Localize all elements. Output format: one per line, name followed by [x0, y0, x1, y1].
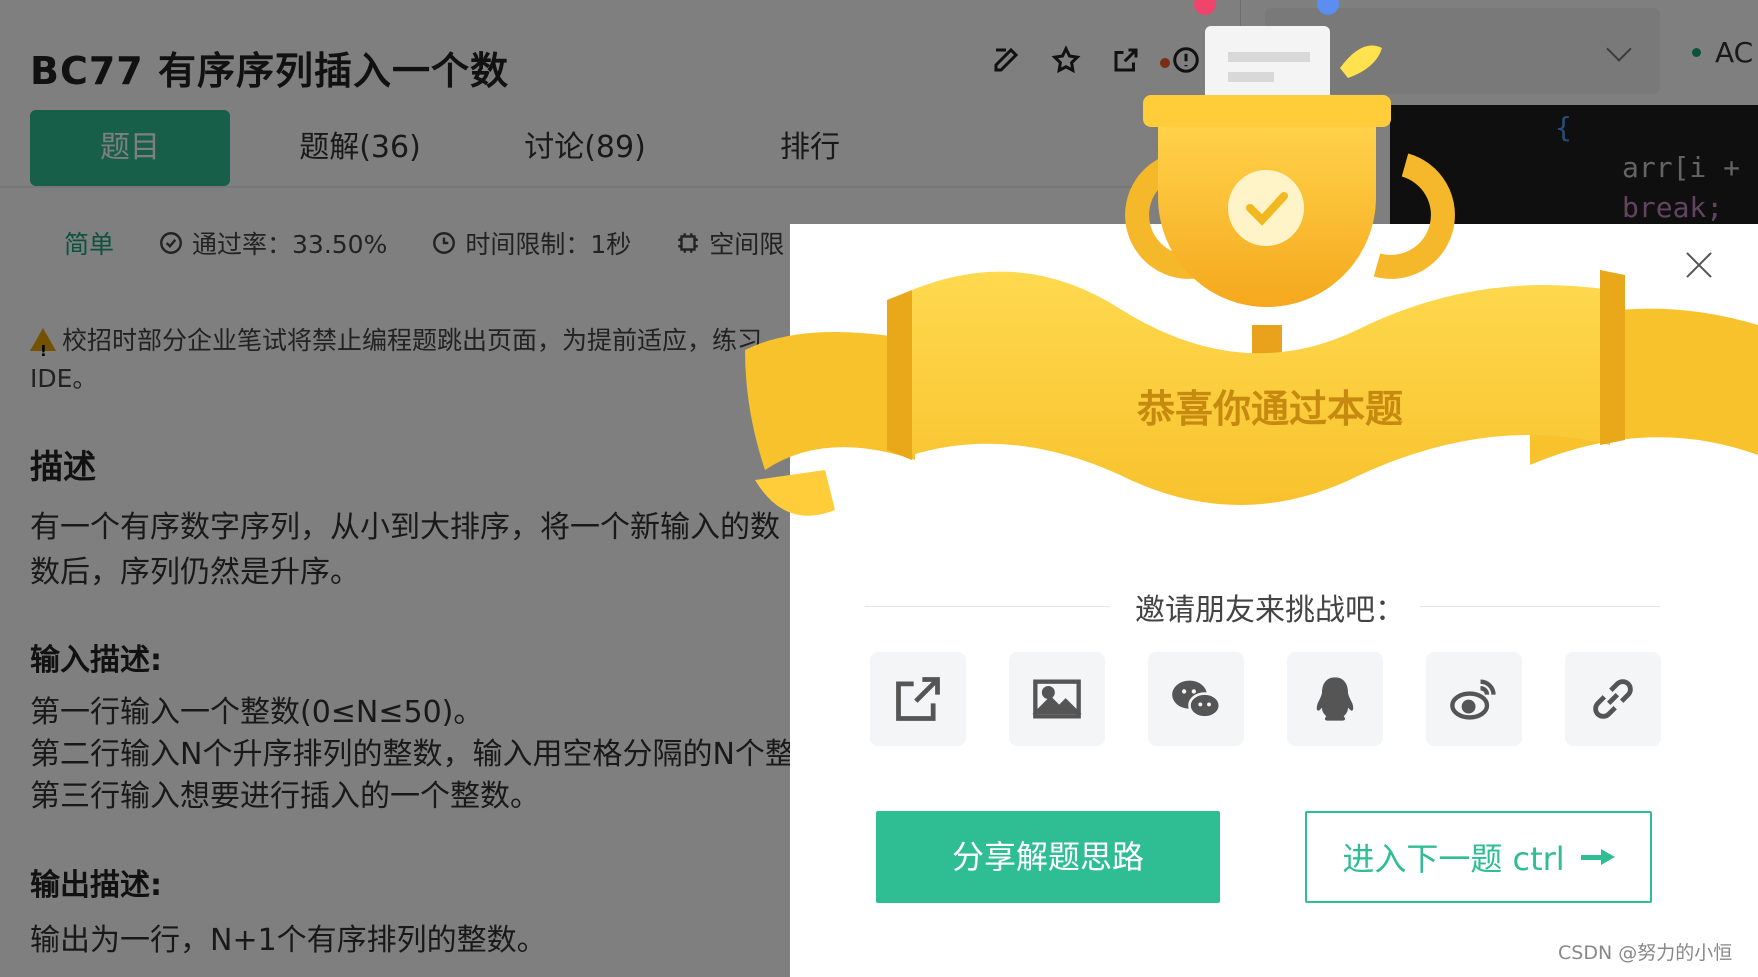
close-icon[interactable]	[1682, 248, 1716, 282]
next-problem-button[interactable]: 进入下一题 ctrl	[1305, 811, 1652, 903]
watermark: CSDN @努力的小恒	[1558, 942, 1733, 964]
share-link-button[interactable]	[1565, 652, 1661, 746]
share-solution-button[interactable]: 分享解题思路	[876, 811, 1220, 903]
share-wechat-button[interactable]	[1148, 652, 1244, 746]
share-qq-button[interactable]	[1287, 652, 1383, 746]
link-icon	[1593, 679, 1633, 719]
share-options	[870, 652, 1661, 746]
next-problem-label: 进入下一题 ctrl	[1342, 840, 1565, 878]
share-image-button[interactable]	[1009, 652, 1105, 746]
share-external-button[interactable]	[870, 652, 966, 746]
divider	[1410, 606, 1660, 607]
invite-text: 邀请朋友来挑战吧：	[1120, 585, 1420, 629]
image-icon	[1032, 679, 1082, 719]
qq-icon	[1316, 677, 1354, 721]
share-weibo-button[interactable]	[1426, 652, 1522, 746]
trophy-banner-illustration	[745, 0, 1758, 516]
share-external-icon	[896, 677, 940, 721]
divider	[865, 606, 1110, 607]
arrow-right-icon	[1580, 849, 1615, 865]
weibo-icon	[1450, 679, 1496, 720]
congrats-title: 恭喜你通过本题	[1136, 387, 1403, 431]
wechat-icon	[1172, 680, 1222, 719]
